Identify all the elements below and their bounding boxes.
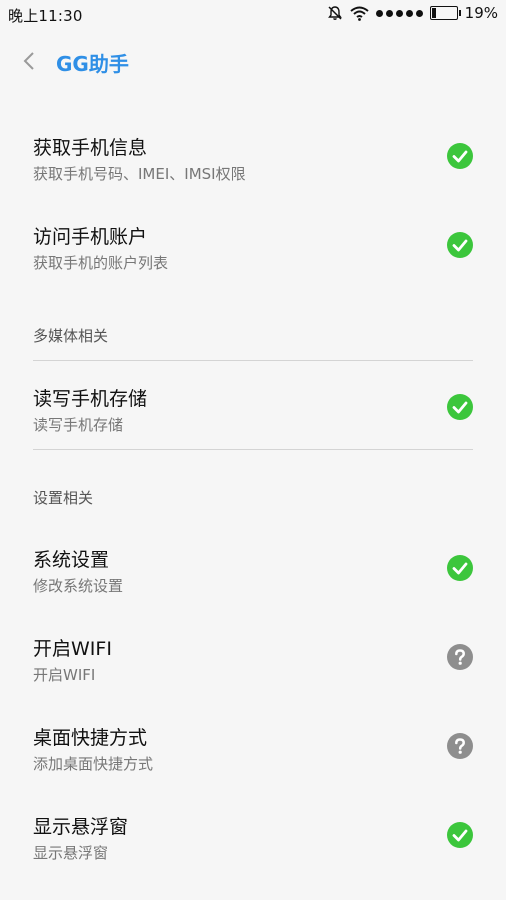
status-bar: 晚上11:30 19% bbox=[0, 0, 506, 28]
permission-row-floating-window[interactable]: 显示悬浮窗 显示悬浮窗 bbox=[0, 812, 506, 900]
permission-row-system-settings[interactable]: 系统设置 修改系统设置 bbox=[0, 545, 506, 633]
permission-subtitle: 获取手机的账户列表 bbox=[33, 254, 169, 272]
permission-subtitle: 添加桌面快捷方式 bbox=[33, 755, 154, 773]
app-header: GG助手 bbox=[0, 38, 506, 84]
permission-row-storage[interactable]: 读写手机存储 读写手机存储 bbox=[0, 384, 506, 472]
permission-subtitle: 修改系统设置 bbox=[33, 577, 124, 595]
permission-title: 桌面快捷方式 bbox=[33, 727, 148, 749]
signal-dots-icon bbox=[375, 9, 423, 17]
permission-title: 显示悬浮窗 bbox=[33, 816, 129, 838]
permission-title: 读写手机存储 bbox=[33, 388, 148, 410]
page-title: GG助手 bbox=[56, 52, 129, 76]
section-label-settings: 设置相关 bbox=[33, 489, 94, 507]
battery-text: 19% bbox=[464, 4, 498, 22]
permission-title: 系统设置 bbox=[33, 549, 110, 571]
permission-title: 获取手机信息 bbox=[33, 137, 148, 159]
battery-fill bbox=[431, 8, 436, 18]
permission-row-accounts[interactable]: 访问手机账户 获取手机的账户列表 bbox=[0, 222, 506, 310]
question-circle-icon bbox=[447, 733, 473, 759]
question-circle-icon bbox=[447, 644, 473, 670]
check-circle-icon bbox=[447, 555, 473, 581]
wifi-icon bbox=[350, 6, 369, 21]
permission-row-wifi[interactable]: 开启WIFI 开启WIFI bbox=[0, 634, 506, 722]
check-circle-icon bbox=[447, 394, 473, 420]
permission-row-phone-info[interactable]: 获取手机信息 获取手机号码、IMEI、IMSI权限 bbox=[0, 133, 506, 221]
section-label-multimedia: 多媒体相关 bbox=[33, 327, 109, 345]
chevron-left-icon[interactable] bbox=[18, 49, 42, 73]
permission-subtitle: 读写手机存储 bbox=[33, 416, 124, 434]
permission-subtitle: 显示悬浮窗 bbox=[33, 844, 109, 862]
check-circle-icon bbox=[447, 232, 473, 258]
permission-title: 开启WIFI bbox=[33, 638, 112, 660]
status-icons: 19% bbox=[327, 4, 498, 22]
status-time: 晚上11:30 bbox=[8, 7, 83, 25]
divider bbox=[33, 360, 473, 361]
permission-title: 访问手机账户 bbox=[33, 226, 148, 248]
check-circle-icon bbox=[447, 143, 473, 169]
mute-bell-icon bbox=[327, 6, 342, 20]
permission-subtitle: 获取手机号码、IMEI、IMSI权限 bbox=[33, 165, 246, 183]
check-circle-icon bbox=[447, 822, 473, 848]
permission-subtitle: 开启WIFI bbox=[33, 666, 96, 684]
permission-row-shortcut[interactable]: 桌面快捷方式 添加桌面快捷方式 bbox=[0, 723, 506, 811]
battery-icon bbox=[429, 6, 461, 20]
divider bbox=[33, 449, 473, 450]
